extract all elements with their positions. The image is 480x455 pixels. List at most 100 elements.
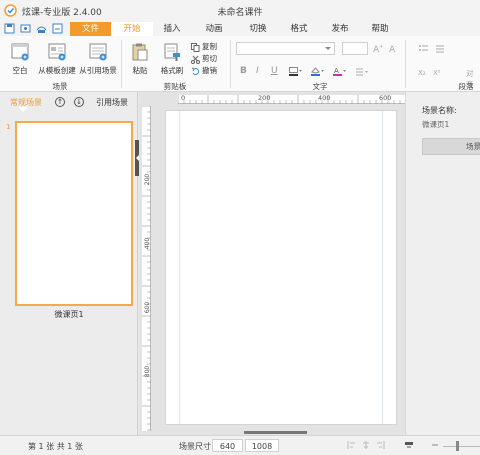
italic-button[interactable]: I	[256, 66, 259, 76]
undo-button[interactable]: 撤销	[191, 65, 217, 76]
menu-tab-insert[interactable]: 插入	[156, 22, 188, 36]
horizontal-ruler: 0 200 400 600	[178, 94, 405, 104]
blank-scene-label: 空白	[12, 66, 28, 75]
title-bar: 炫课-专业版 2.4.00 未命名课件	[0, 0, 480, 22]
zoom-slider-handle[interactable]	[456, 441, 459, 451]
ribbon: 空白 从模板创建 从引用场景 场景 粘贴 格式刷 复制 剪切 撤销 剪贴板 A+…	[0, 36, 480, 92]
menu-bar: 文件 开始 插入 动画 切换 格式 发布 帮助	[0, 22, 480, 36]
align-right-icon[interactable]	[375, 440, 385, 450]
zoom-out-icon[interactable]	[430, 440, 440, 450]
reference-scene-icon	[89, 43, 107, 61]
ruler-label: 400	[318, 94, 331, 102]
vertical-ruler-ticks	[142, 106, 151, 431]
ribbon-separator	[230, 40, 231, 88]
scene-group-label: 场景	[52, 82, 68, 91]
save-icon[interactable]	[4, 23, 15, 34]
menu-tab-file[interactable]: 文件	[70, 22, 111, 36]
undo-icon	[191, 67, 200, 75]
fit-screen-icon[interactable]	[404, 440, 414, 450]
ruler-label: 800	[144, 365, 152, 378]
horizontal-scrollbar[interactable]	[244, 431, 307, 434]
vertical-ruler: 200 400 600 800	[142, 106, 151, 431]
font-size-select[interactable]	[342, 42, 368, 55]
page-count: 第 1 张 共 1 张	[28, 442, 83, 451]
from-template-button[interactable]: 从模板创建	[37, 42, 77, 76]
ruler-label: 0	[181, 94, 186, 102]
format-painter-icon	[164, 43, 180, 61]
slide-name: 微课页1	[54, 310, 84, 319]
menu-tab-transition[interactable]: 切换	[242, 22, 274, 36]
superscript-icon[interactable]: X₂ X²	[418, 67, 448, 77]
svg-text:X²: X²	[433, 69, 441, 77]
move-down-icon[interactable]: ↓	[74, 97, 84, 107]
font-color-icon[interactable]: A	[333, 67, 347, 77]
scene-width-input[interactable]: 640	[212, 439, 243, 452]
tab-reference-scenes[interactable]: 引用场景	[96, 97, 128, 108]
copy-icon	[191, 42, 200, 52]
scene-height-input[interactable]: 1008	[245, 439, 279, 452]
scene-settings-button[interactable]: 场景	[422, 138, 480, 155]
cut-label: 剪切	[202, 54, 217, 63]
scene-size-label: 场景尺寸	[179, 442, 211, 451]
cut-button[interactable]: 剪切	[191, 53, 217, 64]
chevron-down-icon	[325, 47, 331, 50]
clipboard-group-label: 剪贴板	[163, 82, 187, 91]
paste-button[interactable]: 粘贴	[127, 42, 153, 76]
svg-text:X₂: X₂	[418, 69, 426, 77]
share-icon[interactable]	[52, 23, 63, 34]
text-group-label: 文字	[312, 82, 328, 91]
menu-tab-start[interactable]: 开始	[111, 22, 153, 36]
border-color-icon[interactable]	[289, 67, 303, 77]
fill-color-icon[interactable]	[311, 67, 325, 77]
margin-guide	[179, 111, 180, 424]
ruler-label: 200	[258, 94, 271, 102]
slide-thumbnail[interactable]	[15, 121, 133, 306]
ruler-label: 600	[379, 94, 392, 102]
menu-tab-publish[interactable]: 发布	[324, 22, 356, 36]
scene-page[interactable]	[165, 110, 397, 425]
document-title: 未命名课件	[217, 8, 263, 18]
menu-tab-format[interactable]: 格式	[283, 22, 315, 36]
paste-icon	[132, 43, 148, 61]
bold-button[interactable]: B	[240, 66, 247, 76]
horizontal-ruler-ticks	[178, 95, 401, 104]
increase-font-icon[interactable]: A+	[373, 44, 383, 55]
scene-name-label: 场景名称:	[422, 106, 457, 115]
list-style-icon[interactable]	[355, 67, 369, 77]
active-tab-indicator	[18, 107, 28, 112]
ruler-label: 200	[144, 173, 152, 186]
copy-label: 复制	[202, 42, 217, 51]
menu-tab-help[interactable]: 帮助	[364, 22, 396, 36]
bullet-list-icon[interactable]	[418, 44, 448, 54]
ruler-label: 400	[144, 237, 152, 250]
paste-label: 粘贴	[132, 66, 148, 75]
status-bar: 第 1 张 共 1 张 场景尺寸 640 1008	[0, 435, 480, 455]
from-reference-label: 从引用场景	[79, 66, 117, 75]
menu-tab-animation[interactable]: 动画	[198, 22, 230, 36]
ribbon-separator	[405, 40, 406, 88]
underline-button[interactable]: U	[271, 66, 278, 76]
format-painter-label: 格式刷	[160, 66, 184, 75]
paragraph-group-label: 段落	[458, 82, 474, 91]
scene-panel: 常规场景 ↑ ↓ 引用场景 1 微课页1	[0, 92, 138, 435]
preview-icon[interactable]	[20, 23, 31, 34]
undo-label: 撤销	[202, 66, 217, 75]
align-center-icon[interactable]	[361, 440, 371, 450]
decrease-font-icon[interactable]: A-	[389, 44, 397, 55]
from-reference-button[interactable]: 从引用场景	[79, 42, 117, 76]
properties-panel: 场景名称: 微课页1 场景	[405, 92, 480, 435]
move-up-icon[interactable]: ↑	[55, 97, 65, 107]
ruler-label: 600	[144, 301, 152, 314]
margin-guide	[382, 111, 383, 424]
from-template-label: 从模板创建	[38, 66, 76, 75]
template-icon	[48, 43, 66, 61]
font-family-select[interactable]	[236, 42, 335, 55]
zoom-slider[interactable]	[443, 446, 480, 447]
blank-scene-button[interactable]: 空白	[5, 42, 35, 76]
editing-canvas[interactable]: 0 200 400 600 200 400 600 800	[139, 92, 405, 435]
publish-icon[interactable]	[36, 23, 47, 34]
format-painter-button[interactable]: 格式刷	[158, 42, 186, 76]
copy-button[interactable]: 复制	[191, 41, 217, 52]
scene-name-value[interactable]: 微课页1	[422, 119, 449, 130]
align-left-icon[interactable]	[347, 440, 357, 450]
